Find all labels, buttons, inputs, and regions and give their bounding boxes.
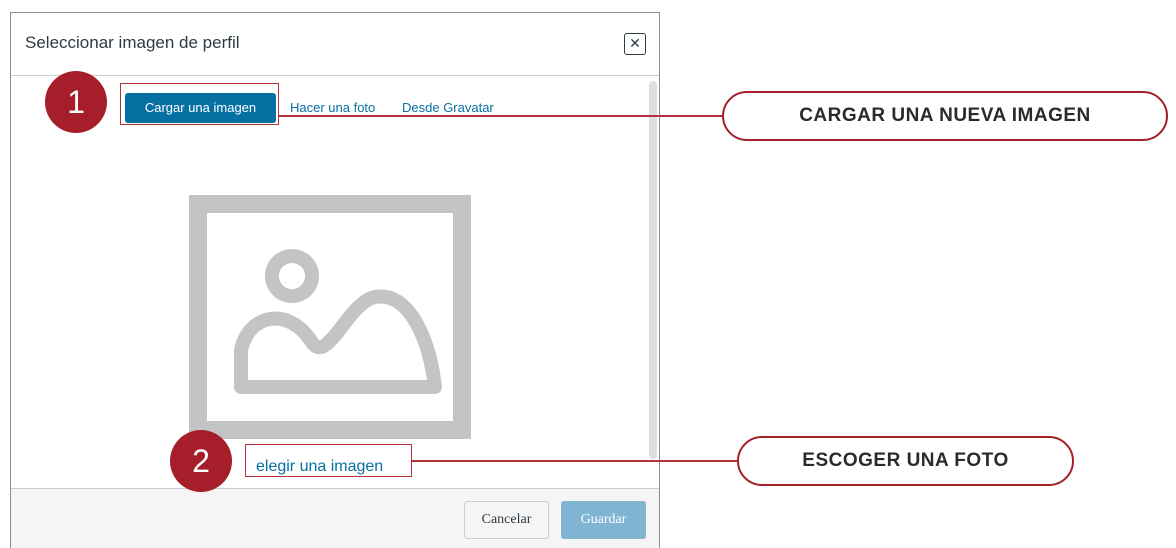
scrollbar-thumb[interactable] [649,81,657,459]
callout-upload-new-image: CARGAR UNA NUEVA IMAGEN [722,91,1168,141]
dialog-header: Seleccionar imagen de perfil ✕ [11,13,659,76]
step-marker-1: 1 [45,71,107,133]
dialog-body: Cargar una imagen Hacer una foto Desde G… [11,77,659,488]
step-marker-2: 2 [170,430,232,492]
callout-choose-photo: ESCOGER UNA FOTO [737,436,1074,486]
cancel-button[interactable]: Cancelar [464,501,549,539]
highlight-choose-link [245,444,412,477]
highlight-upload-tab [120,83,279,125]
callout-connector-1 [279,115,722,117]
save-button[interactable]: Guardar [561,501,646,539]
image-placeholder-icon [189,195,471,439]
close-button[interactable]: ✕ [624,33,646,55]
tab-take-photo[interactable]: Hacer una foto [290,93,375,123]
dialog-title: Seleccionar imagen de perfil [25,33,240,52]
close-icon: ✕ [629,36,641,52]
dialog-footer: Cancelar Guardar [11,488,659,548]
callout-connector-2 [412,460,737,462]
tab-gravatar[interactable]: Desde Gravatar [402,93,494,123]
